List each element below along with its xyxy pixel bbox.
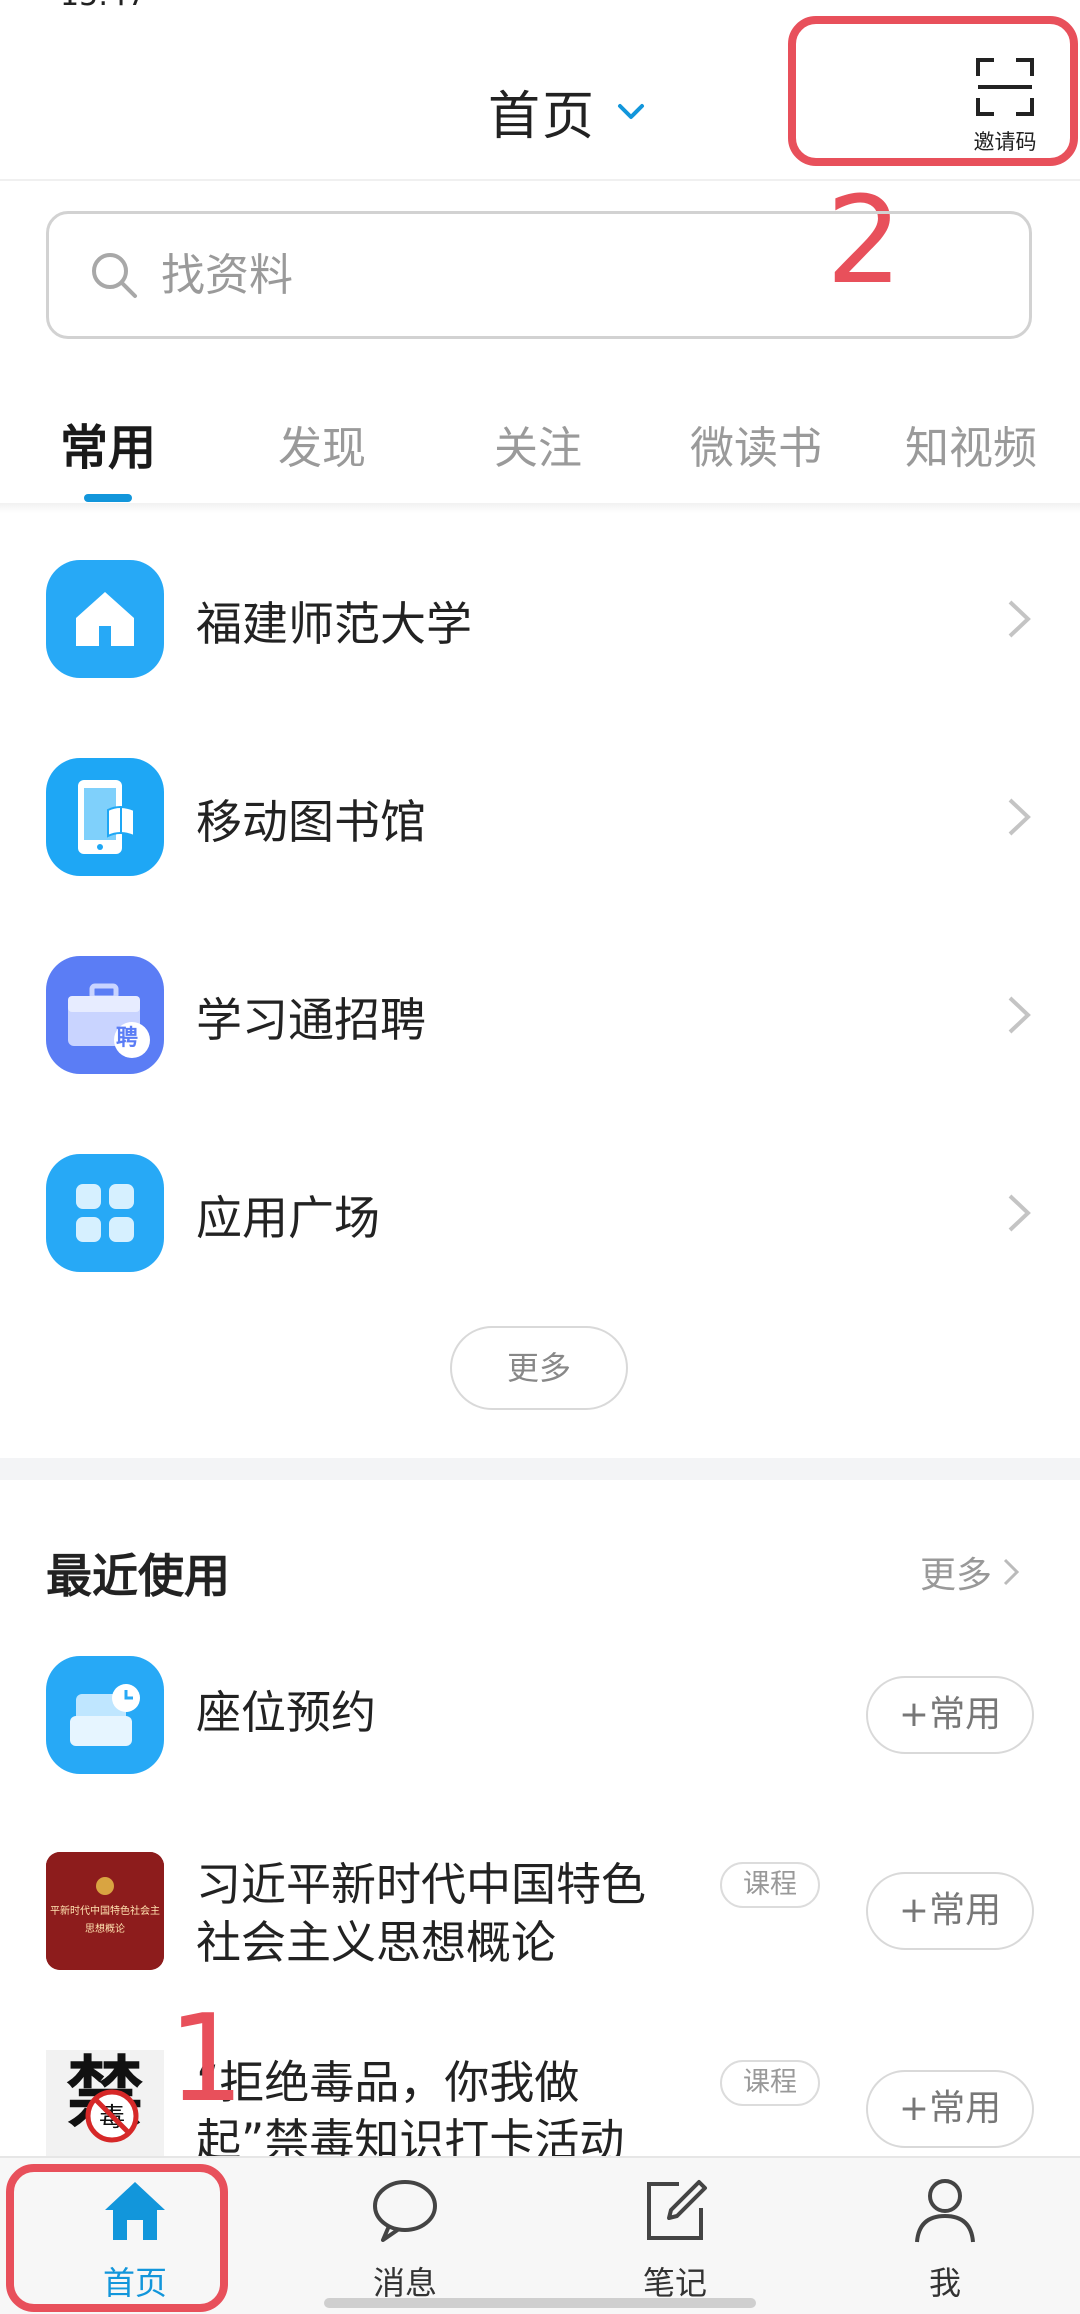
search-bar[interactable] <box>46 211 1032 339</box>
recent-item-course-thought[interactable]: 平新时代中国特色社会主 思想概论 习近平新时代中国特色 社会主义思想概论 课程 … <box>0 1852 1080 1982</box>
recent-item-name-line1: 习近平新时代中国特色 <box>196 1858 647 1911</box>
note-icon <box>647 2180 707 2240</box>
tab-messages[interactable]: 消息 <box>270 2158 540 2314</box>
tab-notes[interactable]: 笔记 <box>540 2158 810 2314</box>
frequent-item-app-square[interactable]: 应用广场 <box>0 1132 1080 1302</box>
course-tag: 课程 <box>720 1862 820 1908</box>
thumb-text-line: 思想概论 <box>85 1922 125 1935</box>
category-tabs: 常用 发现 关注 微读书 知视频 <box>0 400 1080 502</box>
tab-discover[interactable]: 发现 <box>278 412 366 476</box>
add-to-common-button[interactable]: +常用 <box>866 1676 1034 1754</box>
tab-follow[interactable]: 关注 <box>494 412 582 476</box>
seat-reserve-icon <box>46 1656 164 1774</box>
recent-item-name-line2: 起”禁毒知识打卡活动 <box>196 2114 625 2156</box>
course-thumbnail: 禁 毒 <box>46 2050 164 2156</box>
frequent-item-fjnu[interactable]: 福建师范大学 <box>0 538 1080 708</box>
home-title-dropdown[interactable]: 首页 <box>488 74 646 149</box>
tab-profile[interactable]: 我 <box>810 2158 1080 2314</box>
chevron-down-icon <box>618 103 645 119</box>
frequent-item-label: 移动图书馆 <box>196 795 426 849</box>
recent-more-link[interactable]: 更多 <box>920 1546 1020 1598</box>
tabs-divider <box>0 503 1080 513</box>
recent-item-seat[interactable]: 座位预约 +常用 <box>0 1656 1080 1776</box>
thumb-text-line: 平新时代中国特色社会主 <box>50 1904 160 1917</box>
chevron-right-icon <box>1008 600 1031 638</box>
recent-item-name: 座位预约 <box>196 1686 377 1739</box>
frequent-item-label: 学习通招聘 <box>196 993 426 1047</box>
frequent-item-label: 应用广场 <box>196 1191 380 1245</box>
status-time: 15:47 <box>60 0 146 13</box>
chevron-right-icon <box>1003 1558 1020 1586</box>
chevron-right-icon <box>1008 798 1031 836</box>
chevron-right-icon <box>1008 996 1031 1034</box>
add-to-common-button[interactable]: +常用 <box>866 1872 1034 1950</box>
more-frequent-button[interactable]: 更多 <box>450 1326 628 1410</box>
highlight-invite <box>788 16 1078 166</box>
profile-icon <box>915 2179 975 2243</box>
highlight-home-tab <box>6 2164 228 2312</box>
frequent-item-label: 福建师范大学 <box>196 597 472 651</box>
tab-knowledge-video[interactable]: 知视频 <box>905 412 1037 476</box>
page-title: 首页 <box>488 87 597 147</box>
recruit-badge: 聘 <box>116 1026 139 1051</box>
search-icon <box>92 253 137 298</box>
tab-micro-reading[interactable]: 微读书 <box>690 412 822 476</box>
tab-active-indicator <box>84 494 132 502</box>
tab-common[interactable]: 常用 <box>60 408 156 478</box>
annotation-1: 1 <box>168 1990 245 2129</box>
recruit-briefcase-icon <box>46 956 164 1074</box>
course-tag: 课程 <box>720 2060 820 2106</box>
recent-more-label: 更多 <box>920 1555 993 1596</box>
course-thumbnail: 平新时代中国特色社会主 思想概论 <box>46 1852 164 1970</box>
status-bar: 15:47 <box>0 0 1080 14</box>
tab-profile-label: 我 <box>928 2264 961 2302</box>
chevron-right-icon <box>1008 1194 1031 1232</box>
home-indicator <box>324 2298 756 2308</box>
home-icon <box>46 560 164 678</box>
section-divider <box>0 1458 1080 1480</box>
message-icon <box>373 2180 437 2242</box>
recent-item-name-line2: 社会主义思想概论 <box>196 1916 557 1969</box>
frequent-item-recruit[interactable]: 聘 学习通招聘 <box>0 934 1080 1104</box>
recent-item-name-line1: “拒绝毒品，你我做 <box>196 2056 580 2109</box>
frequent-item-mobile-library[interactable]: 移动图书馆 <box>0 736 1080 906</box>
recent-item-course-antidrug[interactable]: 禁 毒 “拒绝毒品，你我做 起”禁毒知识打卡活动 课程 +常用 <box>0 2050 1080 2156</box>
recent-section-title: 最近使用 <box>46 1549 230 1603</box>
app-grid-icon <box>46 1154 164 1272</box>
mobile-library-icon <box>46 758 164 876</box>
search-input[interactable] <box>161 232 961 318</box>
add-to-common-button[interactable]: +常用 <box>866 2070 1034 2148</box>
